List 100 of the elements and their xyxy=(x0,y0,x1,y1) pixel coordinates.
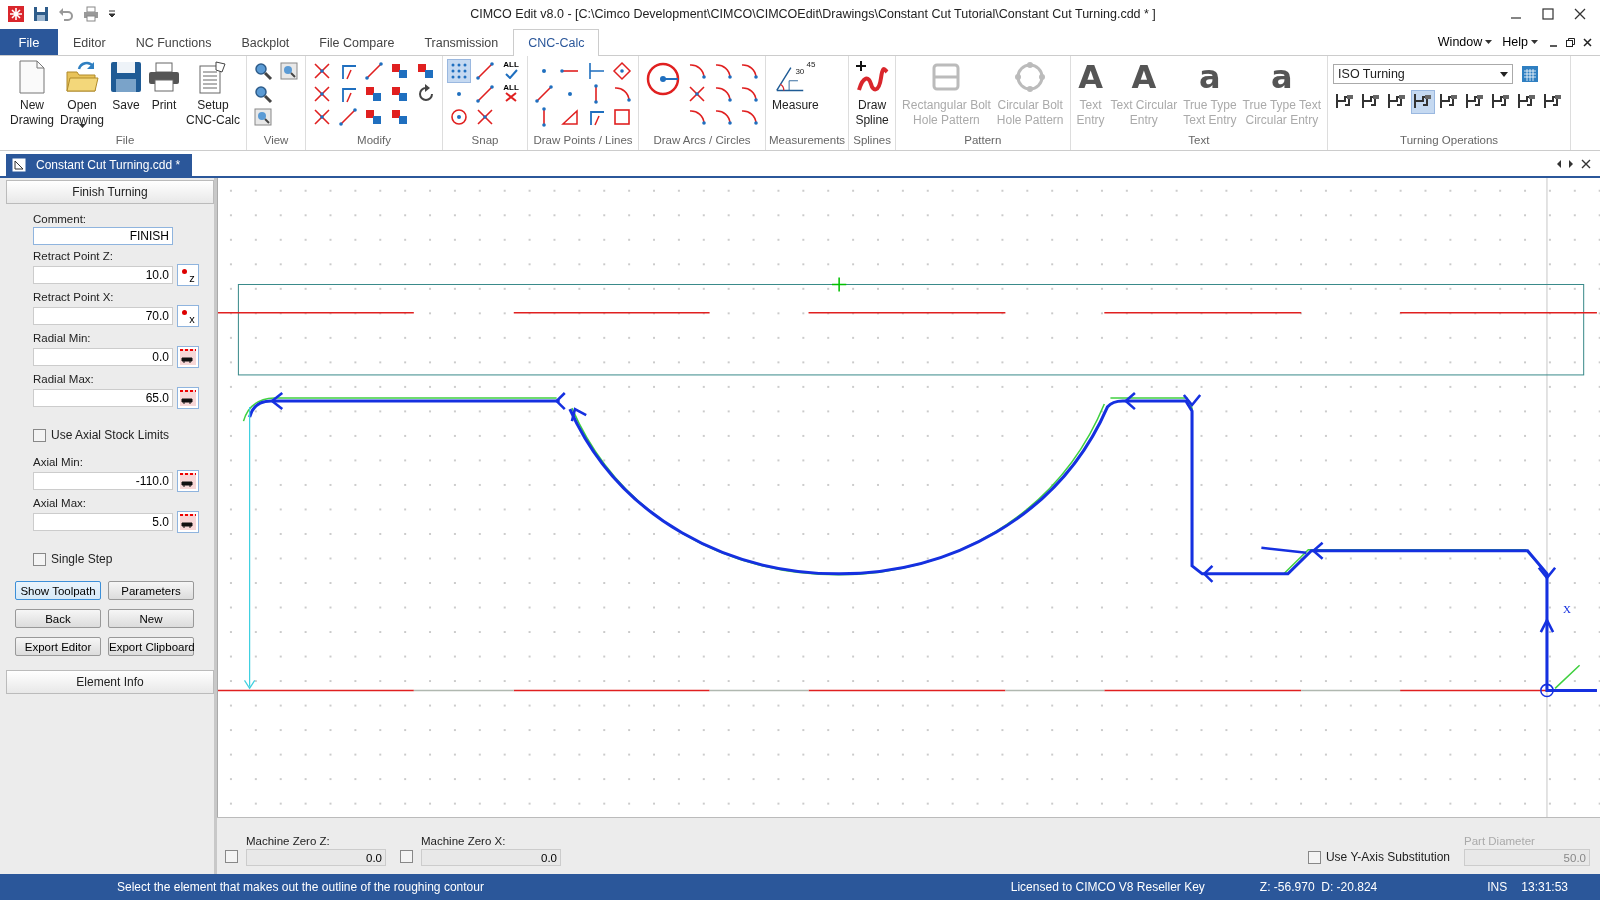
field-label: Retract Point Z: xyxy=(33,249,114,264)
maximize-icon[interactable] xyxy=(1542,8,1554,20)
panel-button[interactable]: New xyxy=(108,609,194,628)
letter-icon: a xyxy=(1271,60,1293,94)
ribbon-group-label: Text xyxy=(1187,134,1211,148)
checkbox[interactable]: Single Step xyxy=(6,549,214,569)
ribbon-tab[interactable]: CNC-Calc xyxy=(513,29,600,56)
letter-icon: A xyxy=(1078,60,1103,94)
pick-limit-button[interactable] xyxy=(177,346,199,368)
ribbon-group-label: Draw Points / Lines xyxy=(532,134,634,148)
line-icon[interactable] xyxy=(474,60,497,82)
printer-icon[interactable] xyxy=(83,6,99,22)
pick-point-button[interactable]: z xyxy=(177,264,199,286)
calculator-icon[interactable] xyxy=(1521,65,1540,83)
pick-limit-button[interactable] xyxy=(177,511,199,533)
checkbox[interactable]: Use Y-Axis Substitution xyxy=(1307,848,1450,866)
menu-dropdown[interactable]: Window xyxy=(1432,29,1498,55)
diamond-icon[interactable] xyxy=(611,60,634,82)
clock-text: 13:31:53 xyxy=(1521,880,1568,894)
drawing-canvas[interactable]: X xyxy=(217,178,1600,817)
field-label: Machine Zero X: xyxy=(421,834,507,849)
caret-icon[interactable] xyxy=(108,10,116,18)
ribbon-tab[interactable]: Editor xyxy=(58,29,121,55)
pick-limit-button[interactable] xyxy=(177,387,199,409)
caret-icon xyxy=(1500,71,1509,77)
line-icon[interactable] xyxy=(363,60,386,82)
ribbon-tab[interactable]: File Compare xyxy=(304,29,410,55)
close-icon[interactable] xyxy=(1574,8,1586,20)
ribbon-button[interactable]: Setup CNC-Calc xyxy=(183,58,244,132)
input-field[interactable]: -110.0 xyxy=(33,472,173,490)
panel-button[interactable]: Export Clipboard xyxy=(108,637,194,656)
zoom-icon[interactable] xyxy=(252,83,275,105)
panel-header: Element Info xyxy=(6,670,214,694)
ribbon-button[interactable]: Open Drawing xyxy=(57,58,108,132)
input-field[interactable]: 10.0 xyxy=(33,266,173,284)
printer-icon xyxy=(148,60,181,94)
input-field[interactable]: 0.0 xyxy=(246,849,386,866)
ribbon-button[interactable]: Print xyxy=(145,58,184,132)
close-icon[interactable] xyxy=(1583,38,1592,47)
pick-limit-button[interactable] xyxy=(177,470,199,492)
triangle-ruler-icon xyxy=(12,158,26,172)
ribbon-button[interactable]: New Drawing xyxy=(7,58,57,132)
line-icon[interactable] xyxy=(337,106,360,128)
letter-icon: A xyxy=(1131,60,1157,94)
file-menu-tab[interactable]: File xyxy=(0,29,58,55)
circle-holes-icon xyxy=(1013,60,1048,94)
caret-icon xyxy=(1485,40,1493,44)
license-text: Licensed to CIMCO V8 Reseller Key xyxy=(1010,880,1205,894)
tab-navigation-icon[interactable] xyxy=(1556,159,1592,169)
ribbon-tab[interactable]: NC Functions xyxy=(120,29,227,55)
checkbox[interactable] xyxy=(225,850,238,863)
input-field[interactable]: 65.0 xyxy=(33,389,173,407)
cursor-cross xyxy=(831,276,848,293)
input-field[interactable]: 5.0 xyxy=(33,513,173,531)
ribbon-button[interactable]: Save xyxy=(107,58,146,132)
ribbon-button[interactable]: 45 30 Measure xyxy=(769,58,822,132)
ribbon-group-label: Turning Operations xyxy=(1399,134,1500,148)
axis-label: X xyxy=(1563,603,1571,615)
undo-icon[interactable] xyxy=(58,6,74,22)
ribbon-tab[interactable]: Backplot xyxy=(226,29,305,55)
turning-operation-button[interactable] xyxy=(1411,90,1436,114)
document-pointer-icon xyxy=(198,60,229,94)
input-field[interactable]: 0.0 xyxy=(33,348,173,366)
field-label: Comment: xyxy=(33,212,88,227)
line-icon[interactable] xyxy=(533,83,556,105)
panel-button[interactable]: Show Toolpath xyxy=(15,581,101,600)
ribbon-group-label: Draw Arcs / Circles xyxy=(652,134,752,148)
checkbox[interactable]: Use Axial Stock Limits xyxy=(6,425,214,445)
panel-header: Finish Turning xyxy=(6,180,214,204)
ribbon-group-label: Snap xyxy=(470,134,500,148)
panel-button[interactable]: Export Editor xyxy=(15,637,101,656)
zoom-icon[interactable] xyxy=(252,60,275,82)
checkbox[interactable] xyxy=(400,850,413,863)
grid-icon[interactable] xyxy=(448,60,471,82)
restore-icon[interactable] xyxy=(1566,38,1575,47)
ribbon-group-label: Measurements xyxy=(769,134,846,148)
field-label: Retract Point X: xyxy=(33,290,115,305)
snap-all-button[interactable]: ALL xyxy=(500,60,523,82)
check-icon xyxy=(504,69,519,79)
document-tab[interactable]: Constant Cut Turning.cdd * xyxy=(6,154,193,176)
cross-icon xyxy=(504,92,519,102)
input-field[interactable]: 70.0 xyxy=(33,307,173,325)
operation-dropdown[interactable]: ISO Turning xyxy=(1333,64,1514,84)
ribbon-tab[interactable]: Transmission xyxy=(409,29,514,55)
input-field[interactable]: 0.0 xyxy=(421,849,561,866)
ribbon-button[interactable]: Draw Spline xyxy=(852,58,893,132)
line-icon[interactable] xyxy=(474,83,497,105)
save-icon[interactable] xyxy=(33,6,49,22)
input-field[interactable]: FINISH xyxy=(33,227,173,245)
snap-all-button[interactable]: ALL xyxy=(500,83,523,105)
panel-button[interactable]: Parameters xyxy=(108,581,194,600)
ribbon-group-label: Splines xyxy=(852,134,892,148)
pick-point-button[interactable]: x xyxy=(177,305,199,327)
menu-dropdown[interactable]: Help xyxy=(1497,29,1543,55)
panel-button[interactable]: Back xyxy=(15,609,101,628)
ribbon-group-label: Modify xyxy=(356,134,392,148)
folder-icon xyxy=(65,60,99,94)
field-label: Axial Max: xyxy=(33,496,88,511)
insert-mode-text: INS xyxy=(1487,880,1508,894)
field-label: Radial Max: xyxy=(33,372,95,387)
